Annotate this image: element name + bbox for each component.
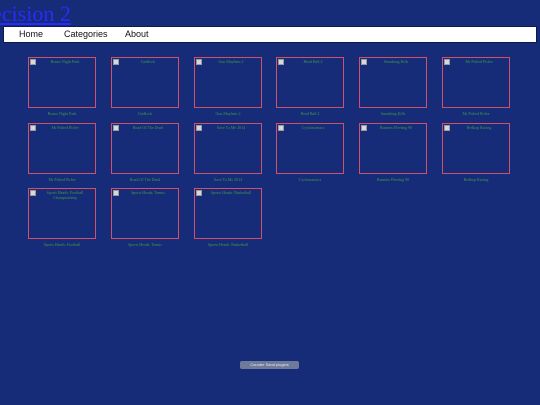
game-title[interactable]: Head Ball 2	[270, 111, 350, 116]
site-logo[interactable]: ecision 2	[0, 2, 90, 26]
game-title[interactable]: Bunnies Fleeting 90	[353, 177, 433, 182]
game-thumbnail[interactable]: Bonus Night Park	[28, 57, 96, 108]
game-thumbnail[interactable]: Road Of The Dead	[111, 123, 179, 174]
thumbnail-alt-text: Bunnies Fleeting 90	[379, 125, 413, 130]
game-title[interactable]: Sports Heads: Tennis	[105, 242, 185, 247]
nav-item-about[interactable]: About	[125, 29, 149, 39]
game-thumbnail[interactable]: Mr Fished Prifee	[442, 57, 510, 108]
site-logo-link[interactable]: ecision 2	[0, 2, 90, 26]
game-card[interactable]: Cyclomaniacs Cyclomaniacs	[276, 123, 344, 185]
game-card[interactable]: Sports Heads: Tennis Sports Heads: Tenni…	[111, 188, 179, 250]
game-thumbnail[interactable]: Gridlock	[111, 57, 179, 108]
game-thumbnail[interactable]: Cyclomaniacs	[276, 123, 344, 174]
game-title[interactable]: Mr Fished Pirfee	[22, 177, 102, 182]
game-title[interactable]: Gun Mayhem 2	[188, 111, 268, 116]
game-card[interactable]: Save To Me 2014 Save To Me 2014	[194, 123, 262, 185]
game-thumbnail[interactable]: Sports Heads: Tennis	[111, 188, 179, 239]
game-card[interactable]: Redkop Racing Redkop Racing	[442, 123, 510, 185]
game-card[interactable]: Road Of The Dead Road Of The Dead	[111, 123, 179, 185]
game-card[interactable]: Sports Heads: Football Championship Spor…	[28, 188, 96, 250]
game-title[interactable]: Redkop Racing	[436, 177, 516, 182]
footer-counter-badge[interactable]: Counter Sand plugins	[240, 361, 299, 369]
game-card[interactable]: Gridlock Gridlock	[111, 57, 179, 119]
game-thumbnail[interactable]: Redkop Racing	[442, 123, 510, 174]
game-card[interactable]: Mr Fished Pirfee Mr Fished Pirfee	[28, 123, 96, 185]
thumbnail-alt-text: Gun Mayhem 2	[218, 59, 244, 64]
game-thumbnail[interactable]: Bunnies Fleeting 90	[359, 123, 427, 174]
thumbnail-alt-text: Head Ball 2	[303, 59, 323, 64]
game-title[interactable]: Save To Me 2014	[188, 177, 268, 182]
thumbnail-alt-text: Redkop Racing	[466, 125, 492, 130]
game-title[interactable]: Gridlock	[105, 111, 185, 116]
game-title[interactable]: Sports Heads: Basketball	[188, 242, 268, 247]
game-card[interactable]: Smashing Kills Smashing Kills	[359, 57, 427, 119]
game-thumbnail[interactable]: Sports Heads: Football Championship	[28, 188, 96, 239]
game-title[interactable]: Cyclomaniacs	[270, 177, 350, 182]
game-card[interactable]: Bunnies Fleeting 90 Bunnies Fleeting 90	[359, 123, 427, 185]
game-card[interactable]: Gun Mayhem 2 Gun Mayhem 2	[194, 57, 262, 119]
thumbnail-alt-text: Sports Heads: Football Championship	[46, 190, 84, 200]
game-thumbnail[interactable]: Gun Mayhem 2	[194, 57, 262, 108]
thumbnail-alt-text: Sports Heads: Basketball	[210, 190, 252, 195]
game-thumbnail[interactable]: Mr Fished Pirfee	[28, 123, 96, 174]
game-title[interactable]: Mr Fished Prifee	[436, 111, 516, 116]
thumbnail-alt-text: Save To Me 2014	[216, 125, 246, 130]
thumbnail-alt-text: Mr Fished Pirfee	[51, 125, 79, 130]
game-title[interactable]: Bonus Night Park	[22, 111, 102, 116]
game-title[interactable]: Road Of The Dead	[105, 177, 185, 182]
thumbnail-alt-text: Smashing Kills	[383, 59, 409, 64]
thumbnail-alt-text: Cyclomaniacs	[301, 125, 325, 130]
game-card[interactable]: Bonus Night Park Bonus Night Park	[28, 57, 96, 119]
thumbnail-alt-text: Bonus Night Park	[50, 59, 80, 64]
thumbnail-alt-text: Road Of The Dead	[132, 125, 164, 130]
thumbnail-alt-text: Gridlock	[140, 59, 156, 64]
thumbnail-alt-text: Mr Fished Prifee	[465, 59, 493, 64]
game-title[interactable]: Sports Heads: Football	[22, 242, 102, 247]
game-card[interactable]: Mr Fished Prifee Mr Fished Prifee	[442, 57, 510, 119]
game-card[interactable]: Sports Heads: Basketball Sports Heads: B…	[194, 188, 262, 250]
game-thumbnail[interactable]: Head Ball 2	[276, 57, 344, 108]
game-title[interactable]: Smashing Kills	[353, 111, 433, 116]
game-thumbnail[interactable]: Smashing Kills	[359, 57, 427, 108]
game-card[interactable]: Head Ball 2 Head Ball 2	[276, 57, 344, 119]
game-thumbnail[interactable]: Save To Me 2014	[194, 123, 262, 174]
nav-item-home[interactable]: Home	[19, 29, 43, 39]
nav-item-categories[interactable]: Categories	[64, 29, 108, 39]
thumbnail-alt-text: Sports Heads: Tennis	[131, 190, 165, 195]
game-thumbnail[interactable]: Sports Heads: Basketball	[194, 188, 262, 239]
main-navbar: Home Categories About	[3, 26, 537, 43]
